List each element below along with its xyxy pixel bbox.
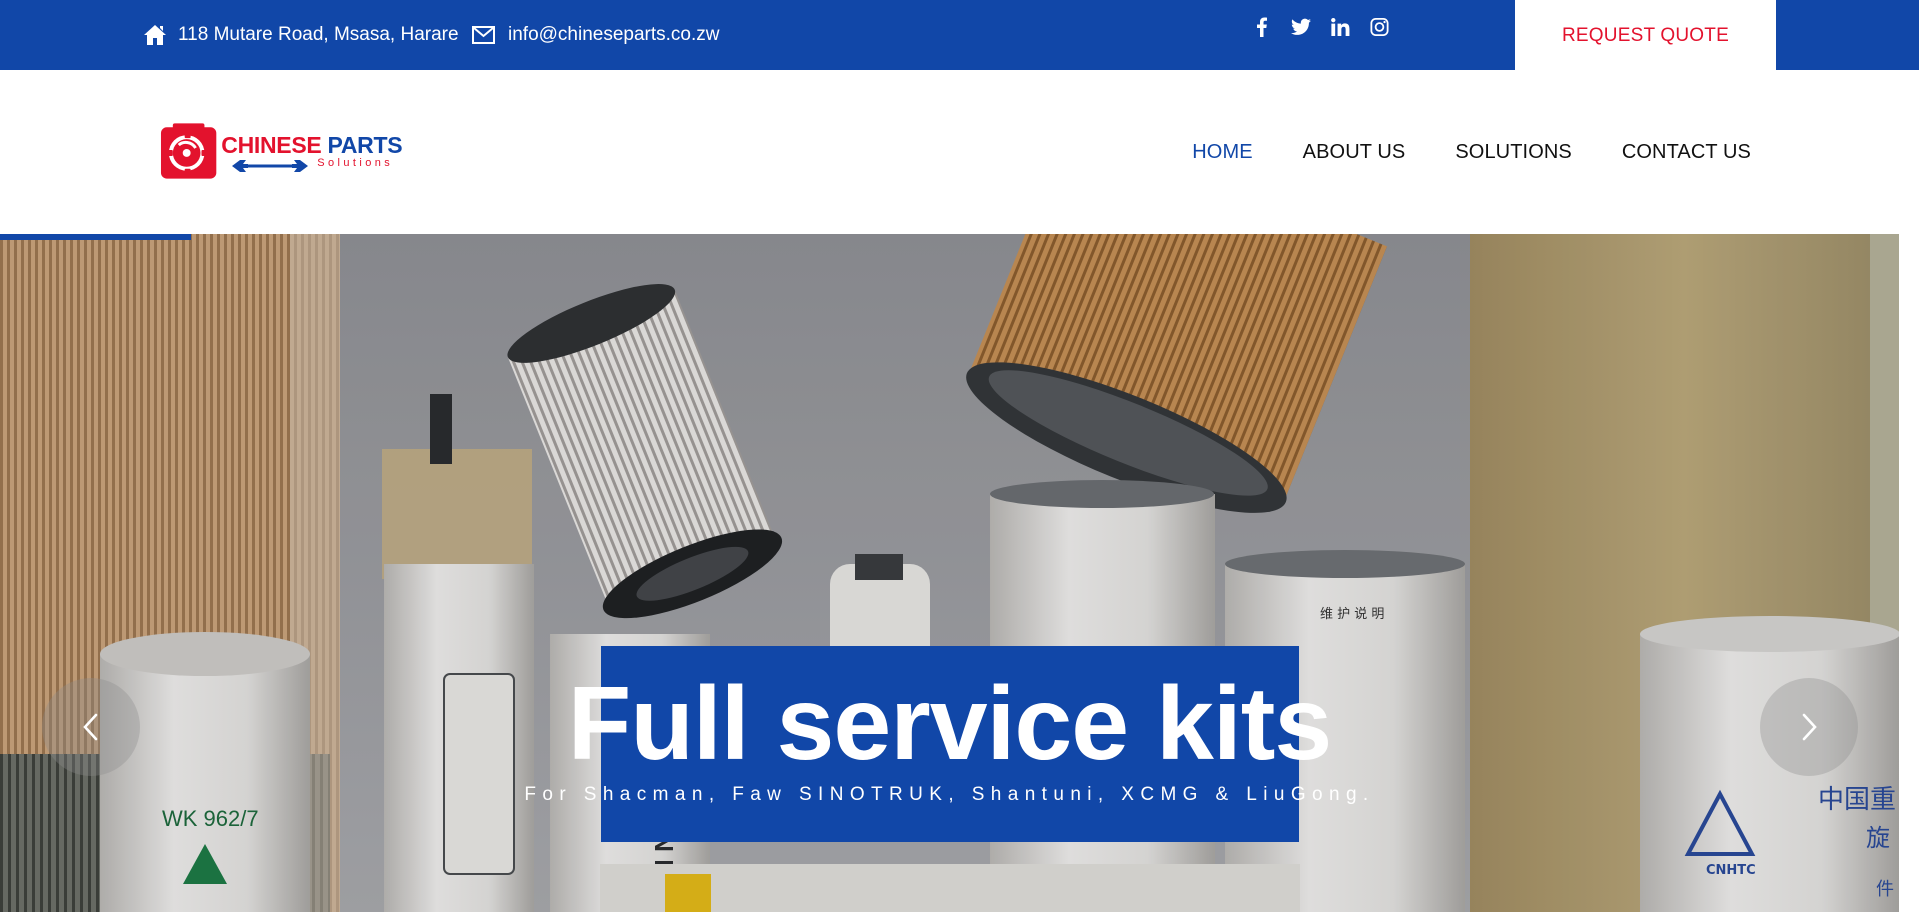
top-bar: 118 Mutare Road, Msasa, Harare info@chin… <box>0 0 1919 72</box>
email-link[interactable]: info@chineseparts.co.zw <box>508 24 720 46</box>
twitter-icon[interactable] <box>1291 16 1311 38</box>
logo-word-chinese: CHINESE <box>221 132 322 158</box>
site-logo[interactable]: CHINESE PARTS Solutions <box>159 121 409 181</box>
nav-item-contact-us[interactable]: CONTACT US <box>1622 141 1751 164</box>
instagram-icon[interactable] <box>1369 16 1389 38</box>
main-nav: HOME ABOUT US SOLUTIONS CONTACT US <box>1192 70 1751 234</box>
email-info[interactable]: info@chineseparts.co.zw <box>471 0 720 70</box>
linkedin-icon[interactable] <box>1330 16 1350 38</box>
nav-item-solutions[interactable]: SOLUTIONS <box>1455 141 1571 164</box>
address-info: 118 Mutare Road, Msasa, Harare <box>143 0 459 70</box>
hero-subtitle: For Shacman, Faw SINOTRUK, Shantuni, XCM… <box>524 784 1375 805</box>
chevron-left-icon <box>83 713 98 741</box>
slider-progress-bar <box>0 234 191 240</box>
home-icon <box>144 25 166 45</box>
request-quote-button[interactable]: REQUEST QUOTE <box>1515 0 1776 72</box>
social-links <box>1252 16 1389 38</box>
wrench-icon <box>232 160 309 172</box>
logo-wordmark: CHINESE PARTS <box>221 132 402 159</box>
slider-prev-button[interactable] <box>42 678 140 776</box>
logo-word-parts: PARTS <box>327 132 403 158</box>
nav-item-about-us[interactable]: ABOUT US <box>1303 141 1406 164</box>
slider-next-button[interactable] <box>1760 678 1858 776</box>
chevron-right-icon <box>1802 713 1817 741</box>
hero-title: Full service kits <box>567 666 1332 782</box>
envelope-icon <box>472 26 495 44</box>
nav-item-home[interactable]: HOME <box>1192 141 1252 164</box>
page-right-gutter <box>1899 234 1919 912</box>
hero-slider: WK 962/7 MANN FILTER 维 护 说 明 CNHTC 中国重 旋… <box>0 234 1899 912</box>
logo-tagline: Solutions <box>317 157 394 169</box>
address-text: 118 Mutare Road, Msasa, Harare <box>178 24 459 45</box>
site-header: CHINESE PARTS Solutions HOME ABOUT US SO… <box>0 70 1919 234</box>
logo-text: CHINESE PARTS Solutions <box>221 121 409 181</box>
facebook-icon[interactable] <box>1252 16 1272 38</box>
gear-logo-icon <box>160 123 217 179</box>
